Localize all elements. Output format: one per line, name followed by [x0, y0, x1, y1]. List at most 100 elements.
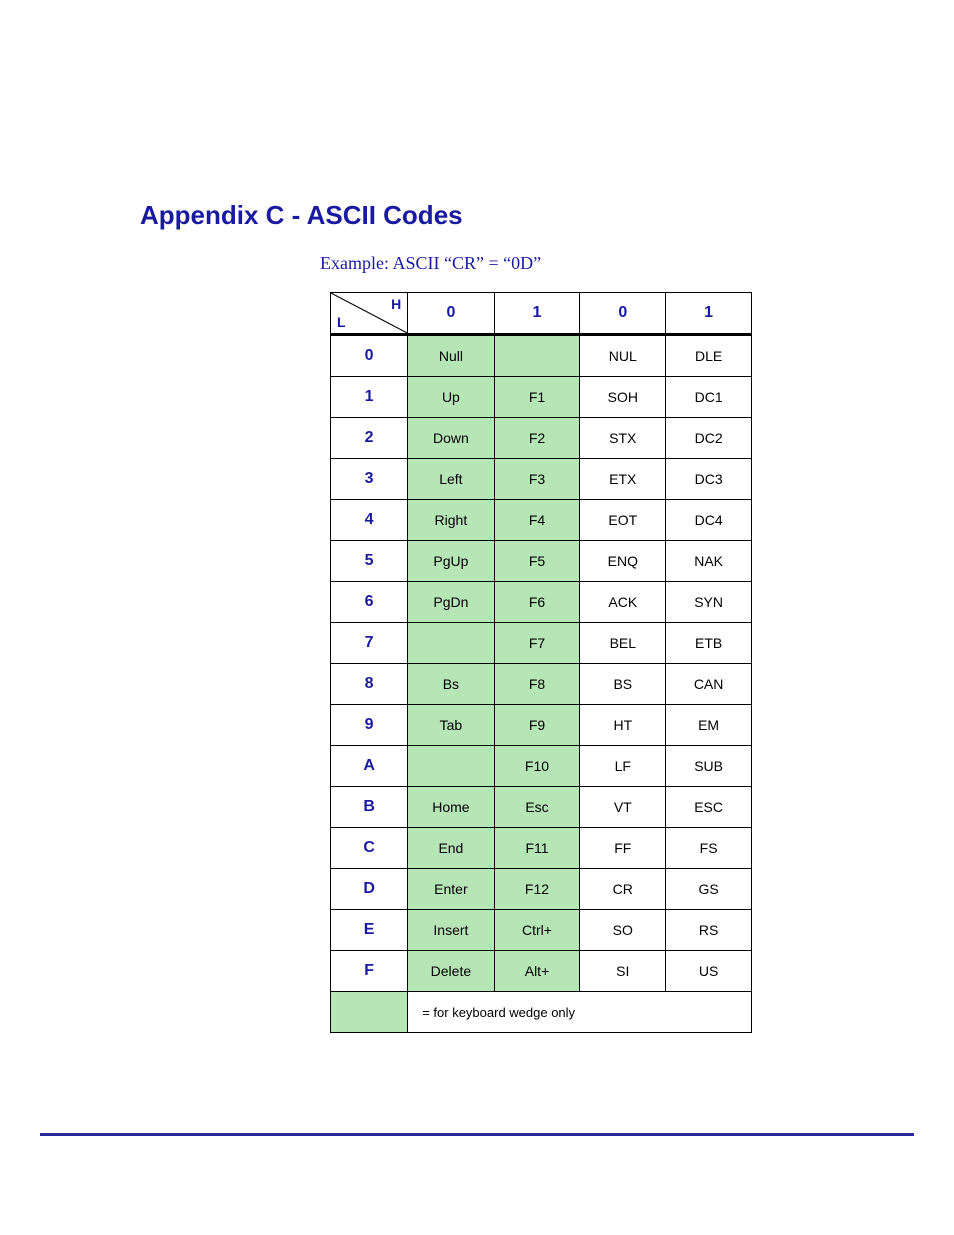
table-cell: F3	[494, 459, 580, 500]
table-row: 0NullNULDLE	[331, 335, 752, 377]
table-cell: SO	[580, 910, 666, 951]
table-cell: ACK	[580, 582, 666, 623]
table-row: 1UpF1SOHDC1	[331, 377, 752, 418]
table-cell: DC3	[666, 459, 752, 500]
col-header: 1	[494, 293, 580, 335]
table-row: EInsertCtrl+SORS	[331, 910, 752, 951]
table-cell: SUB	[666, 746, 752, 787]
table-cell: FS	[666, 828, 752, 869]
table-cell: CR	[580, 869, 666, 910]
corner-label-l: L	[337, 314, 346, 330]
row-header: 4	[331, 500, 408, 541]
table-cell: US	[666, 951, 752, 992]
row-header: E	[331, 910, 408, 951]
table-row: BHomeEscVTESC	[331, 787, 752, 828]
col-header: 0	[408, 293, 494, 335]
table-cell: F9	[494, 705, 580, 746]
table-cell: DC2	[666, 418, 752, 459]
table-cell: NAK	[666, 541, 752, 582]
table-cell: Enter	[408, 869, 494, 910]
corner-label-h: H	[391, 296, 401, 312]
table-cell: ETX	[580, 459, 666, 500]
example-text: Example: ASCII “CR” = “0D”	[320, 253, 824, 274]
table-cell	[408, 746, 494, 787]
table-cell: F7	[494, 623, 580, 664]
table-cell: VT	[580, 787, 666, 828]
table-cell: Right	[408, 500, 494, 541]
table-cell: Down	[408, 418, 494, 459]
table-cell: Left	[408, 459, 494, 500]
table-row: 9TabF9HTEM	[331, 705, 752, 746]
table-cell: ESC	[666, 787, 752, 828]
table-row: FDeleteAlt+SIUS	[331, 951, 752, 992]
table-cell: EM	[666, 705, 752, 746]
table-cell: HT	[580, 705, 666, 746]
row-header: C	[331, 828, 408, 869]
table-cell: F4	[494, 500, 580, 541]
row-header: D	[331, 869, 408, 910]
table-cell: LF	[580, 746, 666, 787]
corner-cell: H L	[331, 293, 408, 335]
table-row: AF10LFSUB	[331, 746, 752, 787]
col-header: 1	[666, 293, 752, 335]
row-header: 1	[331, 377, 408, 418]
table-cell: F11	[494, 828, 580, 869]
table-header-row: H L 0 1 0 1	[331, 293, 752, 335]
table-cell: Alt+	[494, 951, 580, 992]
row-header: 0	[331, 335, 408, 377]
row-header: 8	[331, 664, 408, 705]
table-row: 2DownF2STXDC2	[331, 418, 752, 459]
row-header: 9	[331, 705, 408, 746]
row-header: 5	[331, 541, 408, 582]
table-cell: PgUp	[408, 541, 494, 582]
table-cell	[494, 335, 580, 377]
table-cell: ENQ	[580, 541, 666, 582]
table-cell: CAN	[666, 664, 752, 705]
table-cell: F10	[494, 746, 580, 787]
table-cell: ETB	[666, 623, 752, 664]
table-row: CEndF11FFFS	[331, 828, 752, 869]
table-cell: End	[408, 828, 494, 869]
table-row: 6PgDnF6ACKSYN	[331, 582, 752, 623]
table-cell: EOT	[580, 500, 666, 541]
row-header: B	[331, 787, 408, 828]
table-cell: Insert	[408, 910, 494, 951]
table-cell: Up	[408, 377, 494, 418]
table-cell: DC4	[666, 500, 752, 541]
table-cell: SI	[580, 951, 666, 992]
table-cell: BEL	[580, 623, 666, 664]
table-cell: FF	[580, 828, 666, 869]
table-cell: Delete	[408, 951, 494, 992]
table-row: 4RightF4EOTDC4	[331, 500, 752, 541]
table-cell: BS	[580, 664, 666, 705]
table-row: 3LeftF3ETXDC3	[331, 459, 752, 500]
table-cell: DC1	[666, 377, 752, 418]
table-row: 8BsF8BSCAN	[331, 664, 752, 705]
table-cell: DLE	[666, 335, 752, 377]
row-header: 6	[331, 582, 408, 623]
page-bottom-rule	[40, 1133, 914, 1136]
table-cell: F5	[494, 541, 580, 582]
row-header: 7	[331, 623, 408, 664]
table-cell: GS	[666, 869, 752, 910]
table-cell: Esc	[494, 787, 580, 828]
col-header: 0	[580, 293, 666, 335]
table-cell: RS	[666, 910, 752, 951]
appendix-title: Appendix C - ASCII Codes	[140, 200, 824, 231]
table-cell: Bs	[408, 664, 494, 705]
table-cell: Home	[408, 787, 494, 828]
table-cell: F2	[494, 418, 580, 459]
table-cell	[408, 623, 494, 664]
table-cell: STX	[580, 418, 666, 459]
table-cell: Tab	[408, 705, 494, 746]
ascii-codes-table: H L 0 1 0 1 0NullNULDLE1UpF1SOHDC12DownF…	[330, 292, 752, 1033]
row-header: 3	[331, 459, 408, 500]
table-cell: NUL	[580, 335, 666, 377]
table-row: 5PgUpF5ENQNAK	[331, 541, 752, 582]
table-cell: SOH	[580, 377, 666, 418]
row-header: 2	[331, 418, 408, 459]
table-cell: F6	[494, 582, 580, 623]
table-cell: F1	[494, 377, 580, 418]
row-header: F	[331, 951, 408, 992]
footnote-text: = for keyboard wedge only	[408, 992, 752, 1033]
